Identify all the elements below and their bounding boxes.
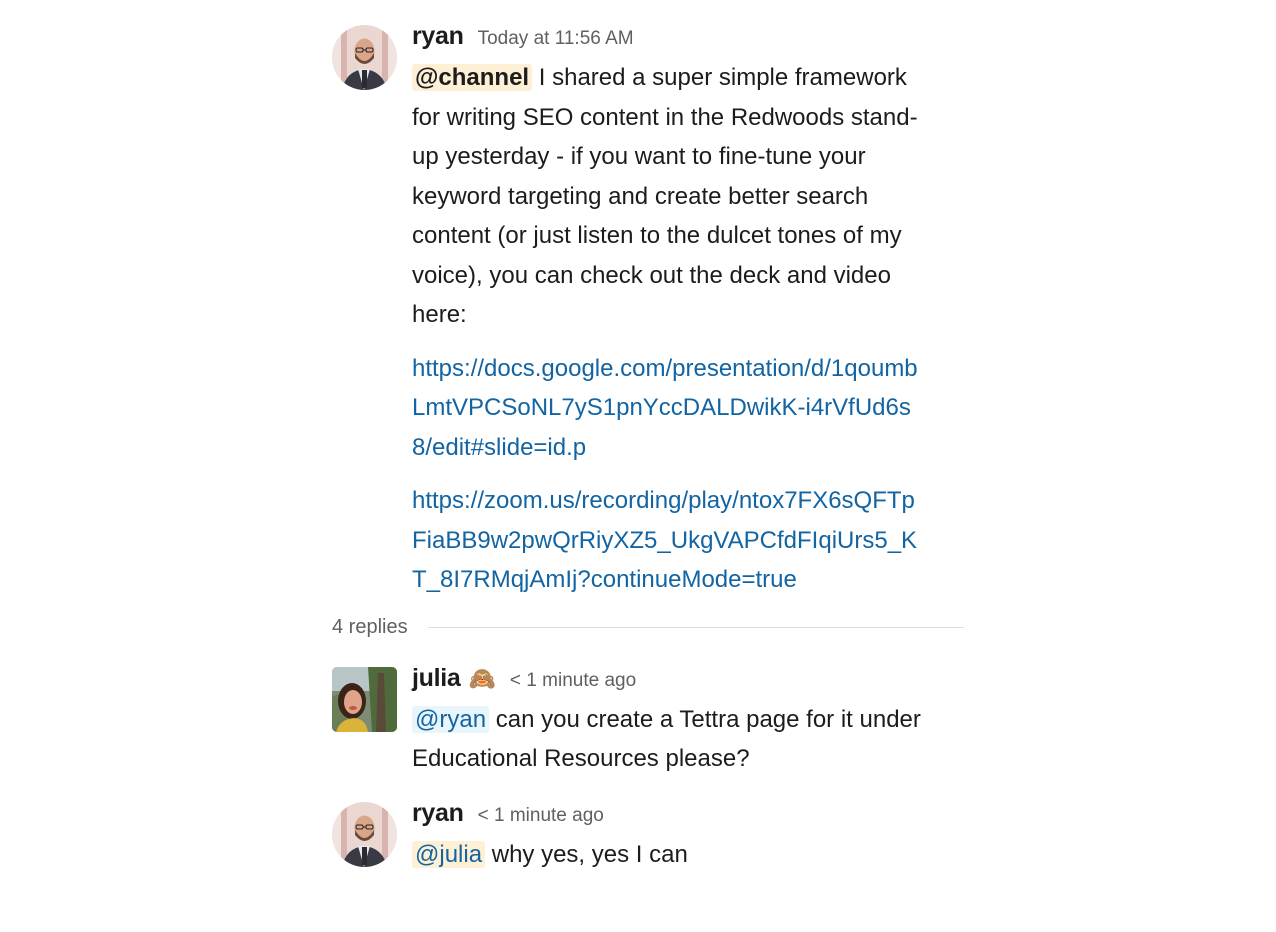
avatar-ryan-image [332,801,397,867]
link-paragraph: https://docs.google.com/presentation/d/1… [412,349,922,468]
see-no-evil-monkey-icon[interactable]: 🙈 [469,667,496,690]
author-name[interactable]: ryan [412,22,464,51]
message-timestamp[interactable]: Today at 11:56 AM [478,28,634,50]
message-text: @ryan can you create a Tettra page for i… [412,700,922,779]
avatar-julia[interactable] [332,666,397,732]
message-text: @julia why yes, yes I can [412,835,922,875]
reply-message[interactable]: ryan < 1 minute ago @julia why yes, yes … [332,799,964,875]
message-body: @channel I shared a super simple framewo… [412,58,922,600]
link-paragraph: https://zoom.us/recording/play/ntox7FX6s… [412,481,922,600]
message-body: @ryan can you create a Tettra page for i… [412,700,922,779]
divider-line [427,627,964,628]
message-header: julia 🙈 < 1 minute ago [412,664,964,700]
user-mention[interactable]: @ryan [412,705,490,733]
message-text-content: can you create a Tettra page for it unde… [412,705,921,773]
message-text-content: I shared a super simple framework for wr… [412,64,918,328]
message-text: @channel I shared a super simple framewo… [412,58,922,335]
channel-mention[interactable]: @channel [412,64,533,91]
message-timestamp[interactable]: < 1 minute ago [510,670,636,692]
message-header: ryan < 1 minute ago [412,799,964,835]
reply-message[interactable]: julia 🙈 < 1 minute ago @ryan can you cre… [332,664,964,779]
message-thread: ryan Today at 11:56 AM @channel I shared… [332,22,964,874]
avatar-ryan[interactable] [332,801,397,867]
parent-message[interactable]: ryan Today at 11:56 AM @channel I shared… [332,22,964,600]
user-mention[interactable]: @julia [412,840,486,868]
avatar-ryan-image [332,25,397,90]
replies-divider: 4 replies [332,606,964,650]
google-slides-link[interactable]: https://docs.google.com/presentation/d/1… [412,355,918,461]
avatar-ryan[interactable] [332,25,397,90]
author-name[interactable]: julia [412,664,461,693]
zoom-recording-link[interactable]: https://zoom.us/recording/play/ntox7FX6s… [412,487,917,593]
message-timestamp[interactable]: < 1 minute ago [478,805,604,827]
message-header: ryan Today at 11:56 AM [412,22,964,58]
avatar-julia-image [332,666,397,732]
message-body: @julia why yes, yes I can [412,835,922,875]
message-text-content: why yes, yes I can [485,840,688,868]
author-name[interactable]: ryan [412,799,464,828]
replies-count: 4 replies [332,616,408,638]
